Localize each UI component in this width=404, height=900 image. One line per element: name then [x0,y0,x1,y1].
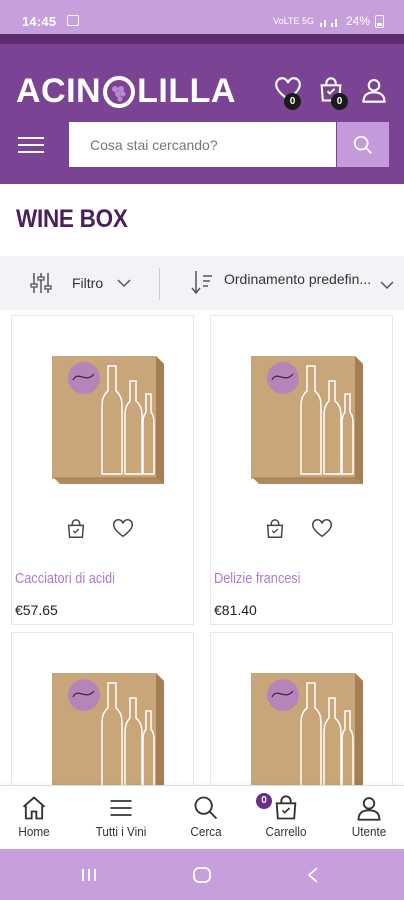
status-indicators: VoLTE 5G 24% [273,14,384,28]
wine-box-image [51,673,164,801]
sort-select[interactable]: Ordinamento predefin... [190,266,394,300]
nav-cart-label: Carrello [265,824,307,839]
status-time: 14:45 [22,14,57,29]
cart-icon [275,795,297,820]
nav-user[interactable]: Utente [342,794,396,844]
product-name[interactable]: Delizie francesi [214,571,301,587]
add-to-cart-icon[interactable] [65,518,87,540]
nav-home[interactable]: Home [8,794,60,844]
battery-icon [375,14,384,28]
search-icon [353,135,372,154]
search-submit-button[interactable] [337,122,389,167]
sort-descending-icon [191,271,212,295]
gallery-notification-icon [67,15,79,26]
nav-home-label: Home [18,824,50,839]
home-icon [22,796,46,820]
add-to-cart-icon[interactable] [264,518,286,540]
sliders-icon [30,273,52,293]
cart-nav-badge: 0 [256,793,272,809]
product-card[interactable] [11,632,194,801]
app-header: ACIN LILLA 0 0 [0,34,404,184]
wishlist-count-badge: 0 [284,93,301,110]
search-input[interactable] [69,122,336,167]
heart-icon[interactable] [112,518,134,540]
cart-count-badge: 0 [331,93,348,110]
wishlist-button[interactable]: 0 [274,76,304,110]
product-card[interactable]: Delizie francesi €81.40 [210,315,393,625]
product-price: €57.65 [15,602,58,618]
network-type: VoLTE 5G [273,15,314,26]
nav-search-label: Cerca [190,824,222,839]
wine-box-image [250,356,363,484]
bottom-navigation: Home Tutti i Vini Cerca 0 Carrello Utent… [0,785,404,849]
product-card[interactable] [210,632,393,801]
wine-box-image [250,673,363,801]
logo-text-left: ACIN [16,72,102,110]
chevron-down-icon [380,281,394,290]
product-actions [12,516,193,542]
filter-divider [159,268,160,300]
nav-cart[interactable]: 0 Carrello [254,793,318,844]
filter-sort-bar: Filtro Ordinamento predefin... [0,256,404,310]
home-system-icon[interactable] [192,866,212,884]
list-icon [110,800,132,816]
logo-text-right: LILLA [137,72,236,110]
grape-logo-icon [103,75,136,108]
nav-all-wines[interactable]: Tutti i Vini [84,794,158,844]
recent-apps-icon[interactable] [80,867,98,883]
product-image[interactable] [211,316,392,506]
chevron-down-icon [117,279,131,288]
nav-user-label: Utente [351,824,387,839]
product-price: €81.40 [214,602,257,618]
status-bar: 14:45 VoLTE 5G 24% [0,0,404,34]
product-card[interactable]: Cacciatori di acidi €57.65 [11,315,194,625]
page-title: WINE BOX [16,205,128,233]
heart-icon[interactable] [311,518,333,540]
account-button[interactable] [360,76,390,106]
header-topline [0,34,404,44]
filter-label: Filtro [72,275,104,291]
cart-header-button[interactable]: 0 [317,76,348,110]
hamburger-menu-button[interactable] [16,132,48,158]
nav-search[interactable]: Cerca [182,794,230,844]
sort-label: Ordinamento predefin... [224,271,372,287]
product-actions [211,516,392,542]
product-name[interactable]: Cacciatori di acidi [15,571,115,587]
wine-box-image [51,356,164,484]
acinolilla-logo[interactable]: ACIN LILLA [16,72,236,111]
back-icon[interactable] [306,866,320,884]
nav-all-wines-label: Tutti i Vini [95,824,147,839]
signal-icon [319,19,337,27]
search-icon [194,796,218,820]
android-navigation-bar [0,849,404,900]
product-image[interactable] [12,316,193,506]
battery-percent: 24% [345,14,370,28]
filter-button[interactable]: Filtro [30,268,131,298]
user-icon [362,79,386,103]
user-icon [357,797,381,821]
